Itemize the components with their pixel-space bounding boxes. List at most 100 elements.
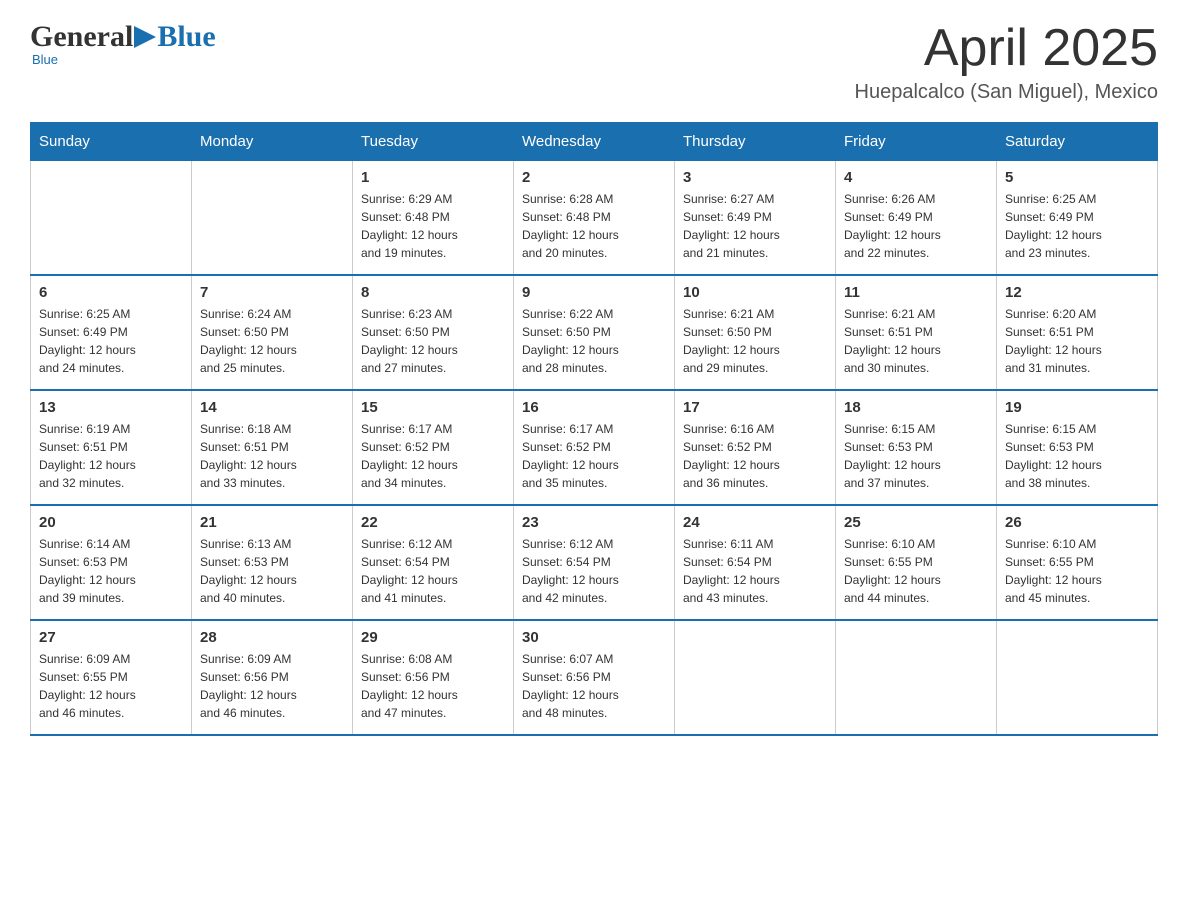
day-info: Sunrise: 6:16 AM Sunset: 6:52 PM Dayligh…: [683, 420, 827, 492]
day-info: Sunrise: 6:14 AM Sunset: 6:53 PM Dayligh…: [39, 535, 183, 607]
day-number: 15: [361, 399, 505, 416]
logo-general-text: General: [30, 20, 133, 54]
day-cell: 8Sunrise: 6:23 AM Sunset: 6:50 PM Daylig…: [353, 275, 514, 390]
day-info: Sunrise: 6:18 AM Sunset: 6:51 PM Dayligh…: [200, 420, 344, 492]
day-cell: 2 Sunrise: 6:28 AM Sunset: 6:48 PM Daylig…: [514, 161, 675, 276]
day-cell: 26Sunrise: 6:10 AM Sunset: 6:55 PM Dayli…: [997, 505, 1158, 620]
day-cell: 22Sunrise: 6:12 AM Sunset: 6:54 PM Dayli…: [353, 505, 514, 620]
day-number: 24: [683, 514, 827, 531]
day-number: 2: [522, 169, 666, 186]
day-info: Sunrise: 6:15 AM Sunset: 6:53 PM Dayligh…: [1005, 420, 1149, 492]
day-cell: [192, 161, 353, 276]
day-number: 3: [683, 169, 827, 186]
column-header-friday: Friday: [836, 123, 997, 161]
day-cell: [836, 620, 997, 735]
calendar-table: SundayMondayTuesdayWednesdayThursdayFrid…: [30, 122, 1158, 736]
day-cell: [675, 620, 836, 735]
day-number: 17: [683, 399, 827, 416]
day-cell: 20 Sunrise: 6:14 AM Sunset: 6:53 PM Dayli…: [31, 505, 192, 620]
title-section: April 2025 Huepalcalco (San Miguel), Mex…: [855, 20, 1158, 104]
day-cell: 30Sunrise: 6:07 AM Sunset: 6:56 PM Dayli…: [514, 620, 675, 735]
day-info: Sunrise: 6:28 AM Sunset: 6:48 PM Dayligh…: [522, 190, 666, 262]
day-info: Sunrise: 6:25 AM Sunset: 6:49 PM Dayligh…: [39, 305, 183, 377]
column-header-thursday: Thursday: [675, 123, 836, 161]
day-cell: 13 Sunrise: 6:19 AM Sunset: 6:51 PM Dayli…: [31, 390, 192, 505]
day-number: 13: [39, 399, 183, 416]
day-number: 19: [1005, 399, 1149, 416]
day-cell: 17 Sunrise: 6:16 AM Sunset: 6:52 PM Dayli…: [675, 390, 836, 505]
day-number: 4: [844, 169, 988, 186]
day-info: Sunrise: 6:11 AM Sunset: 6:54 PM Dayligh…: [683, 535, 827, 607]
day-number: 6: [39, 284, 183, 301]
day-info: Sunrise: 6:19 AM Sunset: 6:51 PM Dayligh…: [39, 420, 183, 492]
day-info: Sunrise: 6:21 AM Sunset: 6:50 PM Dayligh…: [683, 305, 827, 377]
day-number: 9: [522, 284, 666, 301]
day-number: 5: [1005, 169, 1149, 186]
day-cell: [31, 161, 192, 276]
day-number: 23: [522, 514, 666, 531]
day-cell: 3 Sunrise: 6:27 AM Sunset: 6:49 PM Daylig…: [675, 161, 836, 276]
day-cell: 15 Sunrise: 6:17 AM Sunset: 6:52 PM Dayli…: [353, 390, 514, 505]
day-number: 12: [1005, 284, 1149, 301]
day-number: 1: [361, 169, 505, 186]
day-cell: 6 Sunrise: 6:25 AM Sunset: 6:49 PM Daylig…: [31, 275, 192, 390]
day-number: 16: [522, 399, 666, 416]
logo-blue-text: Blue: [157, 20, 215, 54]
page-header: General Blue Blue April 2025 Huepalcalco…: [30, 20, 1158, 104]
day-info: Sunrise: 6:27 AM Sunset: 6:49 PM Dayligh…: [683, 190, 827, 262]
day-cell: 11Sunrise: 6:21 AM Sunset: 6:51 PM Dayli…: [836, 275, 997, 390]
day-info: Sunrise: 6:10 AM Sunset: 6:55 PM Dayligh…: [844, 535, 988, 607]
calendar-header-row: SundayMondayTuesdayWednesdayThursdayFrid…: [31, 123, 1158, 161]
day-info: Sunrise: 6:21 AM Sunset: 6:51 PM Dayligh…: [844, 305, 988, 377]
day-cell: 18 Sunrise: 6:15 AM Sunset: 6:53 PM Dayli…: [836, 390, 997, 505]
day-cell: 27 Sunrise: 6:09 AM Sunset: 6:55 PM Dayli…: [31, 620, 192, 735]
day-cell: 1Sunrise: 6:29 AM Sunset: 6:48 PM Daylig…: [353, 161, 514, 276]
day-cell: 19 Sunrise: 6:15 AM Sunset: 6:53 PM Dayli…: [997, 390, 1158, 505]
day-number: 21: [200, 514, 344, 531]
day-number: 14: [200, 399, 344, 416]
day-cell: 29Sunrise: 6:08 AM Sunset: 6:56 PM Dayli…: [353, 620, 514, 735]
day-cell: 16 Sunrise: 6:17 AM Sunset: 6:52 PM Dayli…: [514, 390, 675, 505]
column-header-sunday: Sunday: [31, 123, 192, 161]
day-info: Sunrise: 6:09 AM Sunset: 6:56 PM Dayligh…: [200, 650, 344, 722]
day-info: Sunrise: 6:13 AM Sunset: 6:53 PM Dayligh…: [200, 535, 344, 607]
day-info: Sunrise: 6:22 AM Sunset: 6:50 PM Dayligh…: [522, 305, 666, 377]
day-number: 7: [200, 284, 344, 301]
day-number: 25: [844, 514, 988, 531]
column-header-wednesday: Wednesday: [514, 123, 675, 161]
week-row-3: 13 Sunrise: 6:19 AM Sunset: 6:51 PM Dayli…: [31, 390, 1158, 505]
day-cell: 21 Sunrise: 6:13 AM Sunset: 6:53 PM Dayli…: [192, 505, 353, 620]
day-cell: 28 Sunrise: 6:09 AM Sunset: 6:56 PM Dayli…: [192, 620, 353, 735]
week-row-4: 20 Sunrise: 6:14 AM Sunset: 6:53 PM Dayli…: [31, 505, 1158, 620]
day-number: 8: [361, 284, 505, 301]
day-info: Sunrise: 6:17 AM Sunset: 6:52 PM Dayligh…: [522, 420, 666, 492]
day-cell: 7Sunrise: 6:24 AM Sunset: 6:50 PM Daylig…: [192, 275, 353, 390]
logo-tagline: Blue: [30, 52, 216, 67]
day-info: Sunrise: 6:09 AM Sunset: 6:55 PM Dayligh…: [39, 650, 183, 722]
day-info: Sunrise: 6:25 AM Sunset: 6:49 PM Dayligh…: [1005, 190, 1149, 262]
day-info: Sunrise: 6:15 AM Sunset: 6:53 PM Dayligh…: [844, 420, 988, 492]
day-cell: 5 Sunrise: 6:25 AM Sunset: 6:49 PM Daylig…: [997, 161, 1158, 276]
column-header-monday: Monday: [192, 123, 353, 161]
day-cell: 25 Sunrise: 6:10 AM Sunset: 6:55 PM Dayli…: [836, 505, 997, 620]
column-header-saturday: Saturday: [997, 123, 1158, 161]
day-number: 28: [200, 629, 344, 646]
day-number: 10: [683, 284, 827, 301]
logo: General Blue Blue: [30, 20, 216, 67]
day-info: Sunrise: 6:26 AM Sunset: 6:49 PM Dayligh…: [844, 190, 988, 262]
day-cell: 9 Sunrise: 6:22 AM Sunset: 6:50 PM Daylig…: [514, 275, 675, 390]
day-number: 18: [844, 399, 988, 416]
day-info: Sunrise: 6:07 AM Sunset: 6:56 PM Dayligh…: [522, 650, 666, 722]
day-number: 20: [39, 514, 183, 531]
day-cell: 14 Sunrise: 6:18 AM Sunset: 6:51 PM Dayli…: [192, 390, 353, 505]
column-header-tuesday: Tuesday: [353, 123, 514, 161]
day-cell: [997, 620, 1158, 735]
day-info: Sunrise: 6:10 AM Sunset: 6:55 PM Dayligh…: [1005, 535, 1149, 607]
day-info: Sunrise: 6:12 AM Sunset: 6:54 PM Dayligh…: [522, 535, 666, 607]
day-number: 27: [39, 629, 183, 646]
location-title: Huepalcalco (San Miguel), Mexico: [855, 81, 1158, 104]
day-cell: 24 Sunrise: 6:11 AM Sunset: 6:54 PM Dayli…: [675, 505, 836, 620]
day-cell: 12Sunrise: 6:20 AM Sunset: 6:51 PM Dayli…: [997, 275, 1158, 390]
week-row-1: 1Sunrise: 6:29 AM Sunset: 6:48 PM Daylig…: [31, 161, 1158, 276]
day-info: Sunrise: 6:17 AM Sunset: 6:52 PM Dayligh…: [361, 420, 505, 492]
